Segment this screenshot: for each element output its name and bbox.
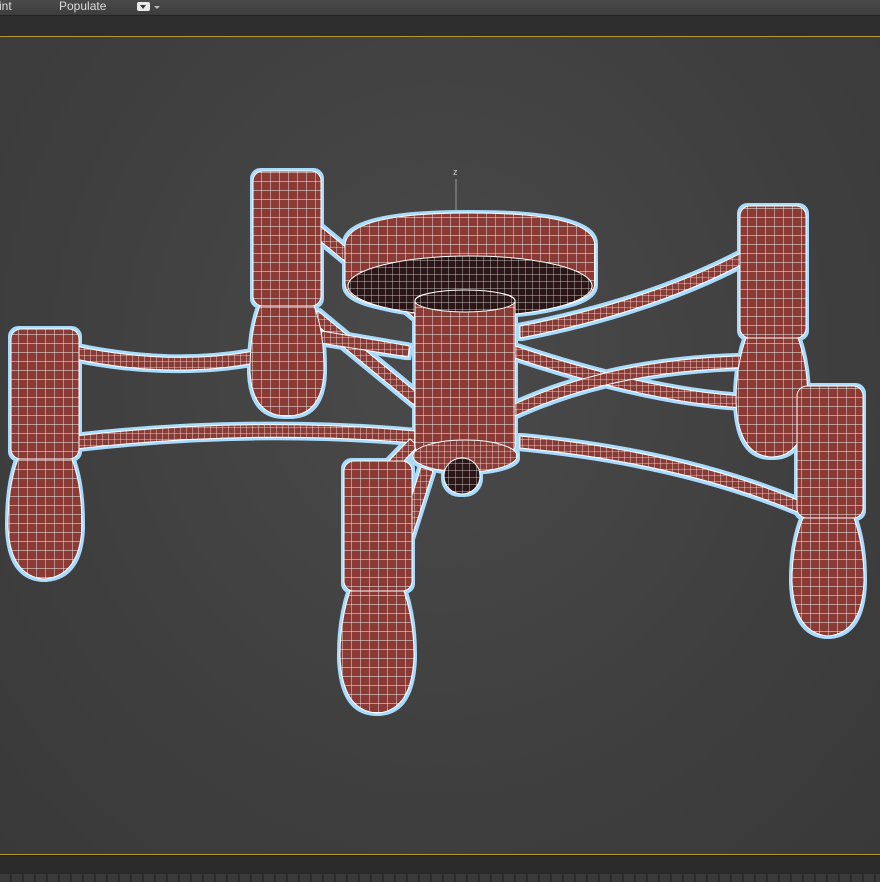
chandelier-model[interactable] [7, 170, 865, 714]
viewport-footer [0, 855, 880, 882]
center-stem [412, 289, 518, 495]
scene-canvas: z [7, 167, 865, 714]
perspective-viewport[interactable]: z [0, 36, 880, 855]
axis-z-label: z [453, 167, 458, 177]
bulb-top-left [249, 170, 325, 417]
viewport-toolbar: int Populate [0, 0, 880, 16]
menu-item-paint[interactable]: int [0, 0, 12, 13]
bulb-front [339, 460, 415, 714]
viewport-header-gap [0, 16, 880, 36]
bulb-right [791, 385, 865, 637]
display-dropdown-icon [137, 2, 150, 11]
menu-item-populate[interactable]: Populate [59, 0, 106, 13]
chevron-down-icon [154, 6, 160, 9]
bulb-left [7, 328, 83, 580]
display-dropdown-button[interactable] [137, 1, 161, 13]
